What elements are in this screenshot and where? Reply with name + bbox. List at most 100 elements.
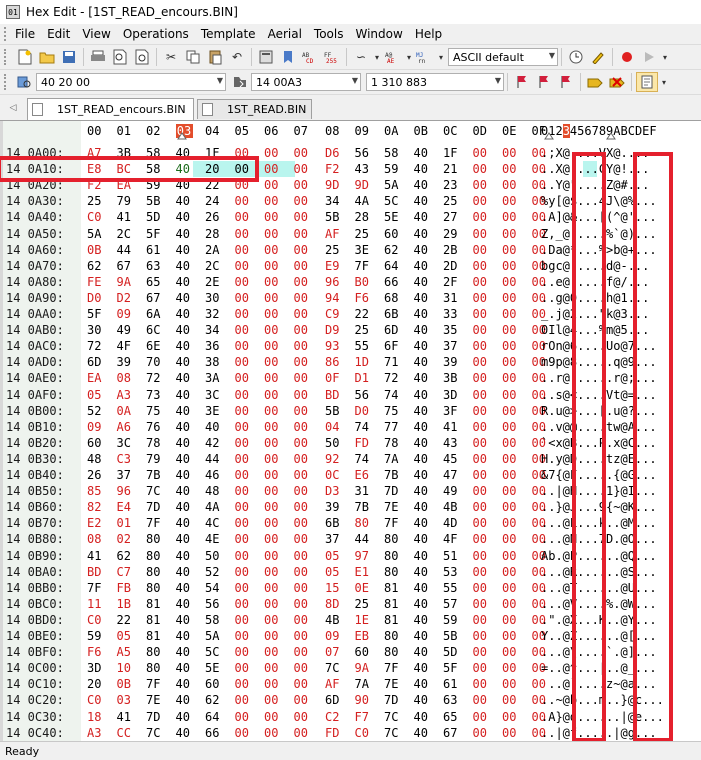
hex-byte[interactable]: 11: [87, 596, 105, 612]
hex-byte[interactable]: 00: [294, 692, 312, 708]
hex-byte[interactable]: 40: [176, 709, 194, 725]
hex-byte[interactable]: 96: [325, 274, 343, 290]
hex-byte[interactable]: C2: [325, 709, 343, 725]
hex-byte[interactable]: 00: [235, 435, 253, 451]
hex-byte[interactable]: 40: [176, 467, 194, 483]
hex-byte[interactable]: 39: [443, 354, 461, 370]
hex-byte[interactable]: 03: [117, 692, 135, 708]
hex-byte[interactable]: 00: [502, 451, 520, 467]
print-preview-icon[interactable]: [110, 48, 130, 66]
hex-byte[interactable]: 00: [473, 725, 491, 741]
hex-byte[interactable]: 00: [473, 274, 491, 290]
hex-byte[interactable]: A5: [117, 644, 135, 660]
hex-byte[interactable]: 0F: [325, 370, 343, 386]
hex-byte[interactable]: 7F: [355, 258, 373, 274]
hex-icon[interactable]: AB CD: [300, 48, 320, 66]
hex-byte[interactable]: 85: [87, 483, 105, 499]
hex-byte[interactable]: 23: [443, 177, 461, 193]
hex-byte[interactable]: 52: [87, 403, 105, 419]
hex-byte[interactable]: 60: [87, 435, 105, 451]
hex-byte[interactable]: 00: [473, 709, 491, 725]
hex-byte[interactable]: 44: [205, 451, 223, 467]
hex-byte[interactable]: 5B: [325, 403, 343, 419]
hex-byte[interactable]: 2C: [205, 258, 223, 274]
hex-byte[interactable]: 43: [443, 435, 461, 451]
hex-byte[interactable]: 00: [502, 226, 520, 242]
hex-byte[interactable]: 6D: [87, 354, 105, 370]
hex-byte[interactable]: 74: [384, 387, 402, 403]
hex-byte[interactable]: A6: [117, 419, 135, 435]
hex-byte[interactable]: 00: [473, 483, 491, 499]
hex-byte[interactable]: 5D: [146, 209, 164, 225]
hex-byte[interactable]: 00: [502, 419, 520, 435]
hex-byte[interactable]: 6B: [325, 515, 343, 531]
hex-byte[interactable]: 37: [325, 531, 343, 547]
hex-byte[interactable]: 7F: [146, 515, 164, 531]
hex-byte[interactable]: 00: [502, 531, 520, 547]
hex-byte[interactable]: 00: [473, 193, 491, 209]
tab-scroll-left-icon[interactable]: ◁: [3, 99, 23, 117]
hex-byte[interactable]: 40: [176, 226, 194, 242]
hex-byte[interactable]: 00: [294, 290, 312, 306]
hex-byte[interactable]: 00: [235, 419, 253, 435]
hex-byte[interactable]: 7D: [384, 483, 402, 499]
hex-byte[interactable]: 78: [146, 435, 164, 451]
hex-byte[interactable]: 02: [117, 531, 135, 547]
hex-byte[interactable]: 00: [235, 548, 253, 564]
hex-byte[interactable]: 82: [87, 499, 105, 515]
chevron-down-icon[interactable]: ▾: [405, 48, 413, 66]
hex-byte[interactable]: 6A: [146, 306, 164, 322]
hex-byte[interactable]: 80: [355, 515, 373, 531]
hex-byte[interactable]: 30: [205, 290, 223, 306]
hex-byte[interactable]: E1: [355, 564, 373, 580]
hex-byte[interactable]: 00: [473, 387, 491, 403]
hex-byte[interactable]: 63: [443, 692, 461, 708]
clock-icon[interactable]: [566, 48, 586, 66]
hex-byte[interactable]: 80: [146, 580, 164, 596]
hex-byte[interactable]: 00: [235, 692, 253, 708]
hex-byte[interactable]: D6: [325, 145, 343, 161]
hex-byte[interactable]: 00: [235, 226, 253, 242]
chevron-down-icon[interactable]: ▾: [661, 48, 669, 66]
hex-byte[interactable]: 4B: [443, 499, 461, 515]
hex-byte[interactable]: 80: [384, 548, 402, 564]
open-folder-icon[interactable]: [37, 48, 57, 66]
hex-byte[interactable]: 72: [384, 370, 402, 386]
hex-byte[interactable]: 00: [502, 483, 520, 499]
hex-byte[interactable]: 47: [443, 467, 461, 483]
hex-byte[interactable]: 5B: [443, 628, 461, 644]
hex-byte[interactable]: 40: [176, 580, 194, 596]
hex-byte[interactable]: 46: [205, 467, 223, 483]
hex-byte[interactable]: 00: [235, 274, 253, 290]
hex-byte[interactable]: 4B: [325, 612, 343, 628]
hex-byte[interactable]: 28: [205, 226, 223, 242]
hex-byte[interactable]: 81: [384, 580, 402, 596]
hex-byte[interactable]: 4C: [205, 515, 223, 531]
hex-byte[interactable]: 00: [294, 226, 312, 242]
hex-byte[interactable]: 00: [502, 145, 520, 161]
hex-byte[interactable]: 77: [384, 419, 402, 435]
hex-byte[interactable]: 7F: [384, 660, 402, 676]
jump-decimal-input[interactable]: 1 310 883 ▼: [366, 73, 504, 91]
hex-byte[interactable]: 00: [294, 580, 312, 596]
hex-byte[interactable]: A3: [117, 387, 135, 403]
hex-byte[interactable]: 40: [414, 725, 432, 741]
hex-byte[interactable]: 00: [264, 596, 282, 612]
hex-byte[interactable]: 00: [264, 612, 282, 628]
hex-byte[interactable]: 00: [235, 338, 253, 354]
hex-byte[interactable]: 00: [235, 290, 253, 306]
hex-byte[interactable]: 40: [176, 660, 194, 676]
hex-byte[interactable]: 40: [414, 467, 432, 483]
hex-byte[interactable]: 40: [414, 177, 432, 193]
hex-byte[interactable]: 00: [294, 306, 312, 322]
highlight-pen-icon[interactable]: [588, 48, 608, 66]
hex-byte[interactable]: 00: [294, 548, 312, 564]
menu-tools[interactable]: Tools: [314, 27, 344, 41]
hex-byte[interactable]: 00: [473, 161, 491, 177]
hex-byte[interactable]: 00: [502, 354, 520, 370]
properties-icon[interactable]: [132, 48, 152, 66]
hex-byte[interactable]: 00: [264, 451, 282, 467]
hex-byte[interactable]: 40: [176, 403, 194, 419]
hex-byte[interactable]: 00: [294, 193, 312, 209]
hex-byte[interactable]: 61: [443, 676, 461, 692]
